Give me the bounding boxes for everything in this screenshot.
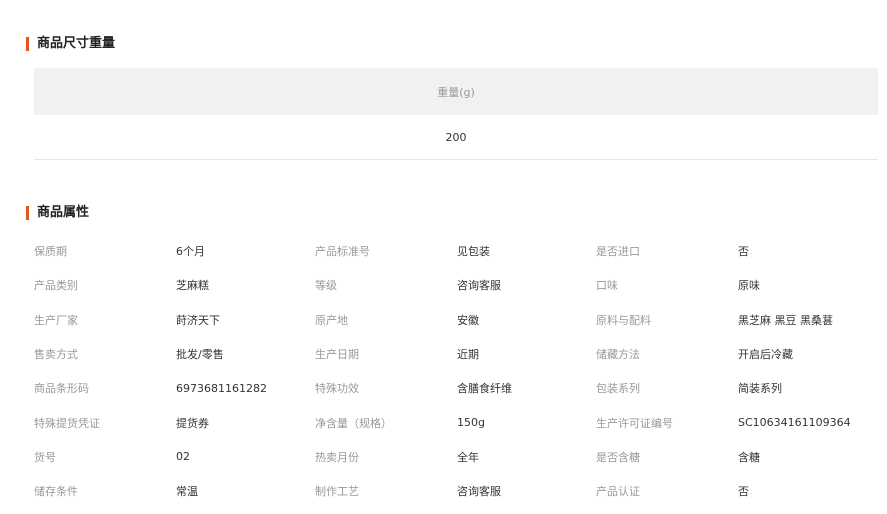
- attributes-grid: 保质期 6个月 产品标准号 见包装 是否进口 否 产品类别 芝麻糕 等级 咨询客…: [34, 234, 887, 508]
- attribute-label: 储存条件: [34, 485, 78, 499]
- attribute-label: 原料与配料: [596, 313, 651, 327]
- attribute-row: 储存条件 常温 制作工艺 咨询客服 产品认证 否: [34, 474, 887, 508]
- attribute-label: 是否进口: [596, 245, 640, 259]
- attribute-value: 含糖: [738, 450, 760, 464]
- attribute-label: 热卖月份: [315, 450, 359, 464]
- attribute-value: 150g: [457, 416, 485, 430]
- attribute-value: SC10634161109364: [738, 416, 851, 430]
- attribute-value: 安徽: [457, 313, 479, 327]
- attribute-label: 净含量（规格）: [315, 416, 392, 430]
- attribute-label: 是否含糖: [596, 450, 640, 464]
- attribute-value: 提货券: [176, 416, 209, 430]
- attribute-label: 包装系列: [596, 382, 640, 396]
- attribute-value: 芝麻糕: [176, 279, 209, 293]
- attribute-value: 否: [738, 485, 749, 499]
- attribute-value: 批发/零售: [176, 348, 224, 362]
- attribute-value: 常温: [176, 485, 198, 499]
- attribute-value: 6个月: [176, 245, 205, 259]
- attribute-value: 咨询客服: [457, 279, 501, 293]
- section-title-size-weight: 商品尺寸重量: [26, 37, 115, 51]
- attribute-value: 含膳食纤维: [457, 382, 512, 396]
- attribute-label: 制作工艺: [315, 485, 359, 499]
- attribute-label: 等级: [315, 279, 337, 293]
- attribute-value: 莳济天下: [176, 313, 220, 327]
- attribute-row: 保质期 6个月 产品标准号 见包装 是否进口 否: [34, 234, 887, 268]
- attribute-label: 特殊提货凭证: [34, 416, 100, 430]
- attribute-value: 黑芝麻 黑豆 黑桑葚: [738, 313, 833, 327]
- attribute-label: 原产地: [315, 313, 348, 327]
- attribute-value: 咨询客服: [457, 485, 501, 499]
- attribute-label: 生产日期: [315, 348, 359, 362]
- attribute-value: 见包装: [457, 245, 490, 259]
- table-header-weight: 重量(g): [34, 68, 878, 115]
- attribute-value: 否: [738, 245, 749, 259]
- attribute-row: 商品条形码 6973681161282 特殊功效 含膳食纤维 包装系列 简装系列: [34, 371, 887, 405]
- attribute-label: 保质期: [34, 245, 67, 259]
- attribute-label: 产品类别: [34, 279, 78, 293]
- attribute-label: 特殊功效: [315, 382, 359, 396]
- attribute-label: 生产厂家: [34, 313, 78, 327]
- attribute-label: 口味: [596, 279, 618, 293]
- attribute-value: 全年: [457, 450, 479, 464]
- size-weight-table: 重量(g) 200: [34, 68, 878, 160]
- attribute-row: 产品类别 芝麻糕 等级 咨询客服 口味 原味: [34, 268, 887, 302]
- section-title-attributes: 商品属性: [26, 206, 89, 220]
- attribute-value: 开启后冷藏: [738, 348, 793, 362]
- attribute-row: 生产厂家 莳济天下 原产地 安徽 原料与配料 黑芝麻 黑豆 黑桑葚: [34, 303, 887, 337]
- attribute-label: 生产许可证编号: [596, 416, 673, 430]
- attribute-row: 特殊提货凭证 提货券 净含量（规格） 150g 生产许可证编号 SC106341…: [34, 405, 887, 439]
- attribute-value: 简装系列: [738, 382, 782, 396]
- attribute-label: 产品标准号: [315, 245, 370, 259]
- attribute-label: 售卖方式: [34, 348, 78, 362]
- attribute-label: 货号: [34, 450, 56, 464]
- attribute-value: 6973681161282: [176, 381, 267, 395]
- attribute-value: 02: [176, 450, 190, 464]
- table-cell-weight-value: 200: [34, 115, 878, 160]
- attribute-row: 货号 02 热卖月份 全年 是否含糖 含糖: [34, 440, 887, 474]
- attribute-row: 售卖方式 批发/零售 生产日期 近期 储藏方法 开启后冷藏: [34, 337, 887, 371]
- attribute-label: 产品认证: [596, 485, 640, 499]
- attribute-value: 原味: [738, 279, 760, 293]
- attribute-label: 商品条形码: [34, 382, 89, 396]
- attribute-label: 储藏方法: [596, 348, 640, 362]
- attribute-value: 近期: [457, 348, 479, 362]
